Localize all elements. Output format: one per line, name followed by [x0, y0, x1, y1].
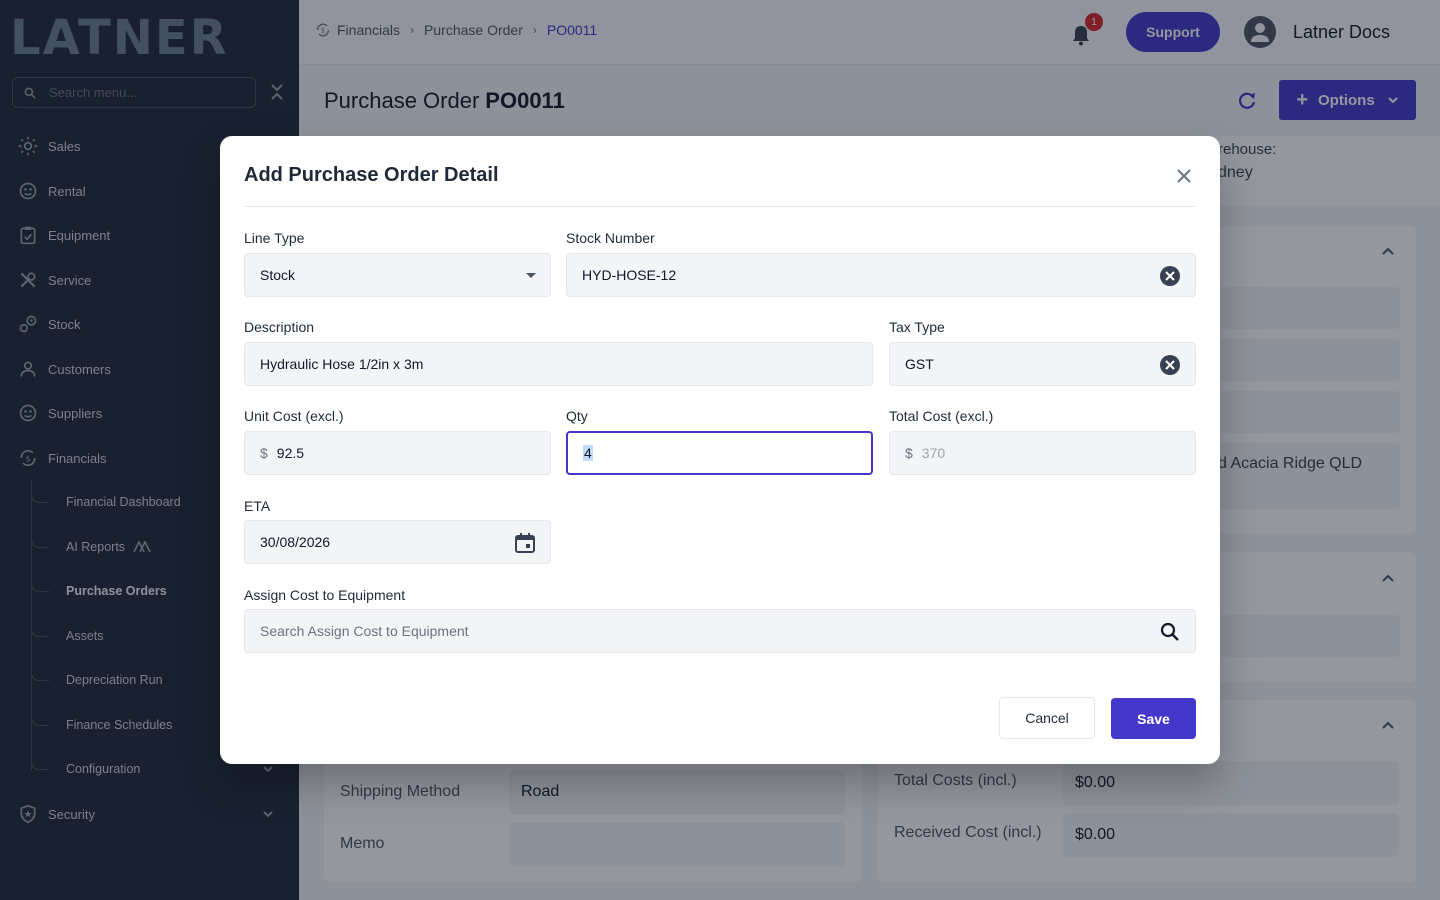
stock-number-label: Stock Number: [566, 230, 655, 246]
line-type-select[interactable]: Stock: [244, 253, 551, 297]
clear-icon[interactable]: [1159, 265, 1181, 287]
unit-cost-value: 92.5: [276, 445, 305, 461]
line-type-value: Stock: [260, 267, 296, 283]
save-button[interactable]: Save: [1111, 698, 1196, 739]
qty-field[interactable]: 4: [566, 431, 873, 475]
assign-cost-placeholder: Search Assign Cost to Equipment: [260, 623, 469, 639]
description-label: Description: [244, 319, 315, 335]
assign-cost-label: Assign Cost to Equipment: [244, 587, 406, 603]
tax-type-field[interactable]: GST: [889, 342, 1196, 386]
qty-label: Qty: [566, 408, 588, 424]
assign-cost-search-input[interactable]: Search Assign Cost to Equipment: [244, 609, 1196, 653]
modal-title: Add Purchase Order Detail: [244, 164, 499, 186]
cancel-button[interactable]: Cancel: [999, 697, 1095, 739]
eta-value: 30/08/2026: [260, 534, 331, 550]
unit-cost-label: Unit Cost (excl.): [244, 408, 344, 424]
currency-symbol: $: [905, 445, 913, 461]
tax-type-value: GST: [905, 356, 934, 372]
eta-label: ETA: [244, 498, 271, 514]
line-type-label: Line Type: [244, 230, 305, 246]
unit-cost-field[interactable]: $ 92.5: [244, 431, 551, 475]
tax-type-label: Tax Type: [889, 319, 945, 335]
calendar-icon[interactable]: [514, 532, 536, 554]
description-value: Hydraulic Hose 1/2in x 3m: [260, 356, 424, 372]
total-cost-label: Total Cost (excl.): [889, 408, 994, 424]
stock-number-value: HYD-HOSE-12: [582, 267, 677, 283]
stock-number-field[interactable]: HYD-HOSE-12: [566, 253, 1196, 297]
clear-icon[interactable]: [1159, 354, 1181, 376]
search-icon[interactable]: [1159, 621, 1181, 643]
close-icon[interactable]: [1174, 166, 1194, 186]
currency-symbol: $: [260, 445, 268, 461]
dropdown-caret-icon: [526, 273, 536, 278]
total-cost-field: $ 370: [889, 431, 1196, 475]
add-purchase-order-detail-dialog: Add Purchase Order Detail Line Type Stoc…: [220, 136, 1220, 764]
description-field[interactable]: Hydraulic Hose 1/2in x 3m: [244, 342, 873, 386]
total-cost-value: 370: [921, 445, 946, 461]
modal-divider: [244, 206, 1196, 207]
eta-date-field[interactable]: 30/08/2026: [244, 520, 551, 564]
qty-value: 4: [583, 445, 593, 461]
